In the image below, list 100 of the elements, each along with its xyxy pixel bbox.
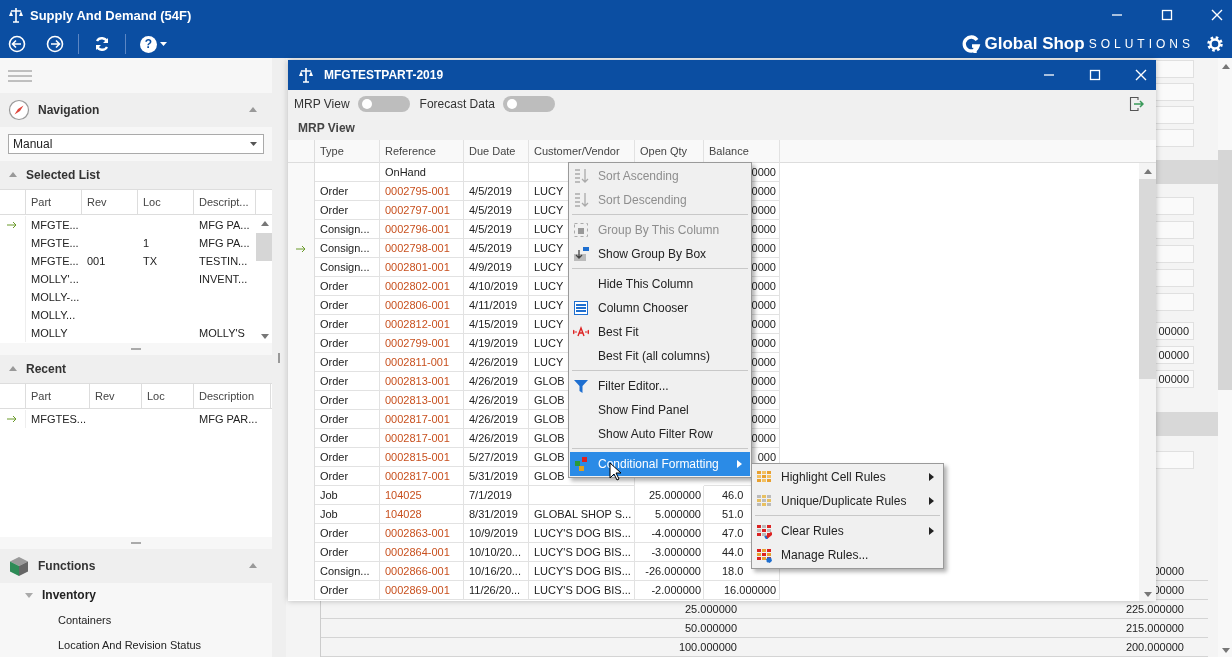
section-header[interactable]: Selected List bbox=[0, 161, 272, 189]
table-cell-text: INVENT... bbox=[198, 273, 249, 285]
table-cell: 4/26/2019 bbox=[464, 372, 529, 391]
section-header[interactable]: Navigation bbox=[0, 93, 272, 127]
table-cell-text: MOLLY'... bbox=[30, 273, 80, 285]
table-cell: 5/31/2019 bbox=[464, 467, 529, 486]
table-cell: 4/19/2019 bbox=[464, 334, 529, 353]
column-header[interactable]: Loc bbox=[142, 384, 194, 408]
reference-link[interactable]: 0002869-001 bbox=[380, 581, 464, 600]
table-cell: Order bbox=[315, 391, 380, 410]
reference-link[interactable]: 0002802-001 bbox=[380, 277, 464, 296]
reference-link[interactable]: 0002864-001 bbox=[380, 543, 464, 562]
reference-link[interactable]: 0002817-001 bbox=[380, 410, 464, 429]
tree-item[interactable]: Location And Revision Status bbox=[58, 638, 202, 651]
table-cell: -3.000000 bbox=[635, 543, 704, 562]
table-cell: 4/26/2019 bbox=[464, 353, 529, 372]
table-cell: 4/5/2019 bbox=[464, 239, 529, 258]
section-header[interactable]: Functions bbox=[0, 549, 272, 583]
reference-link[interactable]: 104028 bbox=[380, 505, 464, 524]
reference-link[interactable]: 0002812-001 bbox=[380, 315, 464, 334]
table-cell: 4/26/2019 bbox=[464, 429, 529, 448]
table-cell: LUCY'S DOG BIS... bbox=[529, 524, 635, 543]
table-cell: Order bbox=[315, 448, 380, 467]
section-header[interactable]: Recent bbox=[0, 355, 272, 383]
tree-item[interactable]: Containers bbox=[58, 613, 112, 626]
table-cell: Order bbox=[315, 334, 380, 353]
reference-link[interactable]: 0002811-001 bbox=[380, 353, 464, 372]
section-title: MRP View bbox=[297, 120, 356, 137]
reference-link[interactable]: 0002806-001 bbox=[380, 296, 464, 315]
table-cell: 4/10/2019 bbox=[464, 277, 529, 296]
table-cell: 225.000000 bbox=[1125, 603, 1184, 615]
reference-link[interactable]: 0002813-001 bbox=[380, 372, 464, 391]
brand-tagline: SOLUTIONS bbox=[1088, 37, 1194, 51]
table-cell: 11/26/20... bbox=[464, 581, 529, 600]
column-header[interactable]: Due Date bbox=[464, 140, 529, 164]
reference-link[interactable]: 0002817-001 bbox=[380, 467, 464, 486]
column-header[interactable]: Type bbox=[315, 140, 380, 164]
table-cell: 4/5/2019 bbox=[464, 220, 529, 239]
reference-link[interactable]: 0002796-001 bbox=[380, 220, 464, 239]
table-cell-text: MFG PA... bbox=[198, 219, 251, 231]
reference-link[interactable]: 0002815-001 bbox=[380, 448, 464, 467]
table-cell: Consign... bbox=[315, 562, 380, 581]
table-cell: -26.000000 bbox=[635, 562, 704, 581]
reference-link[interactable]: 0002863-001 bbox=[380, 524, 464, 543]
table-cell: Order bbox=[315, 182, 380, 201]
column-header[interactable]: Reference bbox=[380, 140, 464, 164]
table-cell-text: 25.000000 bbox=[684, 603, 738, 615]
tree-group[interactable]: Inventory bbox=[42, 588, 96, 602]
help-button[interactable]: ? bbox=[140, 35, 157, 53]
table-cell: Order bbox=[315, 410, 380, 429]
table-cell: 25.000000 bbox=[635, 486, 704, 505]
column-header[interactable]: Part bbox=[26, 190, 82, 214]
mode-dropdown[interactable]: Manual bbox=[8, 134, 264, 154]
reference-link[interactable]: 0002799-001 bbox=[380, 334, 464, 353]
table-cell: Order bbox=[315, 581, 380, 600]
table-cell-text: TESTIN... bbox=[198, 255, 249, 267]
column-header[interactable]: Description bbox=[194, 384, 271, 408]
table-cell: Order bbox=[315, 467, 380, 486]
section-title: Selected List bbox=[26, 168, 101, 182]
table-cell: Job bbox=[315, 505, 380, 524]
menu-item[interactable]: Conditional Formatting bbox=[570, 452, 750, 476]
table-cell-text: 001 bbox=[86, 255, 107, 267]
reference-link[interactable]: 104025 bbox=[380, 486, 464, 505]
table-cell: Consign... bbox=[315, 239, 380, 258]
table-cell-text: MFGTE... bbox=[30, 219, 80, 231]
table-cell: 10/10/20... bbox=[464, 543, 529, 562]
reference-link[interactable]: 0002797-001 bbox=[380, 201, 464, 220]
table-cell: Order bbox=[315, 315, 380, 334]
table-cell-text: MFG PAR... bbox=[198, 413, 259, 425]
table-cell-text: TX bbox=[142, 255, 159, 267]
table-cell: 8/31/2019 bbox=[464, 505, 529, 524]
table-cell: 4/15/2019 bbox=[464, 315, 529, 334]
reference-link[interactable]: 0002795-001 bbox=[380, 182, 464, 201]
column-header[interactable]: Rev bbox=[82, 190, 138, 214]
reference-link[interactable]: 0002817-001 bbox=[380, 429, 464, 448]
reference-link[interactable]: 0002813-001 bbox=[380, 391, 464, 410]
column-header[interactable]: Part bbox=[26, 384, 90, 408]
column-header[interactable]: Rev bbox=[90, 384, 142, 408]
table-cell: Order bbox=[315, 201, 380, 220]
window-title: Supply And Demand (54F) bbox=[30, 7, 192, 23]
reference-link[interactable]: 0002866-001 bbox=[380, 562, 464, 581]
section-title: Navigation bbox=[38, 103, 100, 117]
table-cell: 5/27/2019 bbox=[464, 448, 529, 467]
column-header[interactable]: Loc bbox=[138, 190, 194, 214]
table-cell: LUCY'S DOG BIS... bbox=[529, 562, 635, 581]
table-cell: 10/16/20... bbox=[464, 562, 529, 581]
table-cell: -2.000000 bbox=[635, 581, 704, 600]
table-cell: 4/26/2019 bbox=[464, 410, 529, 429]
table-cell: Order bbox=[315, 429, 380, 448]
brand-name: Global Shop bbox=[984, 34, 1085, 54]
reference-link[interactable]: 0002801-001 bbox=[380, 258, 464, 277]
dialog-title: MFGTESTPART-2019 bbox=[324, 68, 444, 82]
table-cell: Order bbox=[315, 543, 380, 562]
column-header[interactable]: Descript... bbox=[194, 190, 256, 214]
table-cell-text: MFG PA... bbox=[198, 237, 251, 249]
table-cell: 16.000000 bbox=[704, 581, 780, 600]
table-cell-text: 50.000000 bbox=[684, 622, 738, 634]
menu-item[interactable]: Highlight Cell Rules bbox=[753, 465, 942, 489]
reference-link[interactable]: 0002798-001 bbox=[380, 239, 464, 258]
toggle-label: Forecast Data bbox=[419, 97, 495, 111]
